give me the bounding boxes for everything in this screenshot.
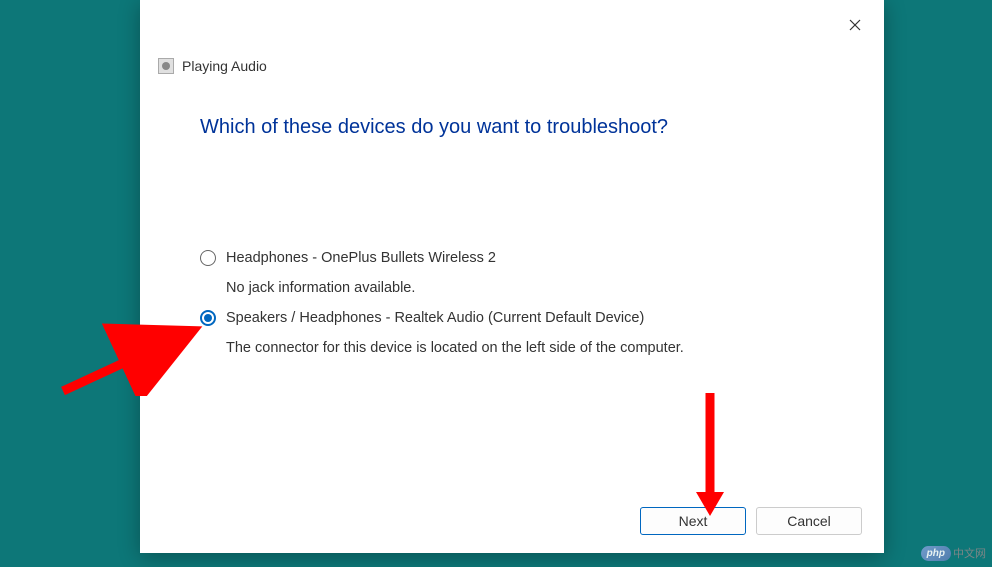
device-label: Headphones - OnePlus Bullets Wireless 2 <box>226 250 496 266</box>
troubleshooter-dialog: Playing Audio Which of these devices do … <box>140 0 884 553</box>
radio-row-speakers[interactable]: Speakers / Headphones - Realtek Audio (C… <box>200 310 820 326</box>
device-description: The connector for this device is located… <box>226 340 820 356</box>
watermark-text: 中文网 <box>953 545 986 561</box>
close-button[interactable] <box>840 10 870 40</box>
device-list: Headphones - OnePlus Bullets Wireless 2 … <box>200 250 820 370</box>
radio-unselected-icon <box>200 250 216 266</box>
radio-selected-icon <box>200 310 216 326</box>
watermark: php 中文网 <box>921 545 986 561</box>
dialog-header: Playing Audio <box>158 58 267 74</box>
device-option-headphones: Headphones - OnePlus Bullets Wireless 2 … <box>200 250 820 296</box>
device-label: Speakers / Headphones - Realtek Audio (C… <box>226 310 644 326</box>
cancel-button[interactable]: Cancel <box>756 507 862 535</box>
dialog-button-row: Next Cancel <box>640 507 862 535</box>
device-description: No jack information available. <box>226 280 820 296</box>
radio-row-headphones[interactable]: Headphones - OnePlus Bullets Wireless 2 <box>200 250 820 266</box>
dialog-title: Playing Audio <box>182 58 267 74</box>
watermark-logo: php <box>921 546 951 561</box>
next-button[interactable]: Next <box>640 507 746 535</box>
main-heading: Which of these devices do you want to tr… <box>200 116 668 139</box>
device-option-speakers: Speakers / Headphones - Realtek Audio (C… <box>200 310 820 356</box>
audio-troubleshoot-icon <box>158 58 174 74</box>
close-icon <box>849 19 861 31</box>
